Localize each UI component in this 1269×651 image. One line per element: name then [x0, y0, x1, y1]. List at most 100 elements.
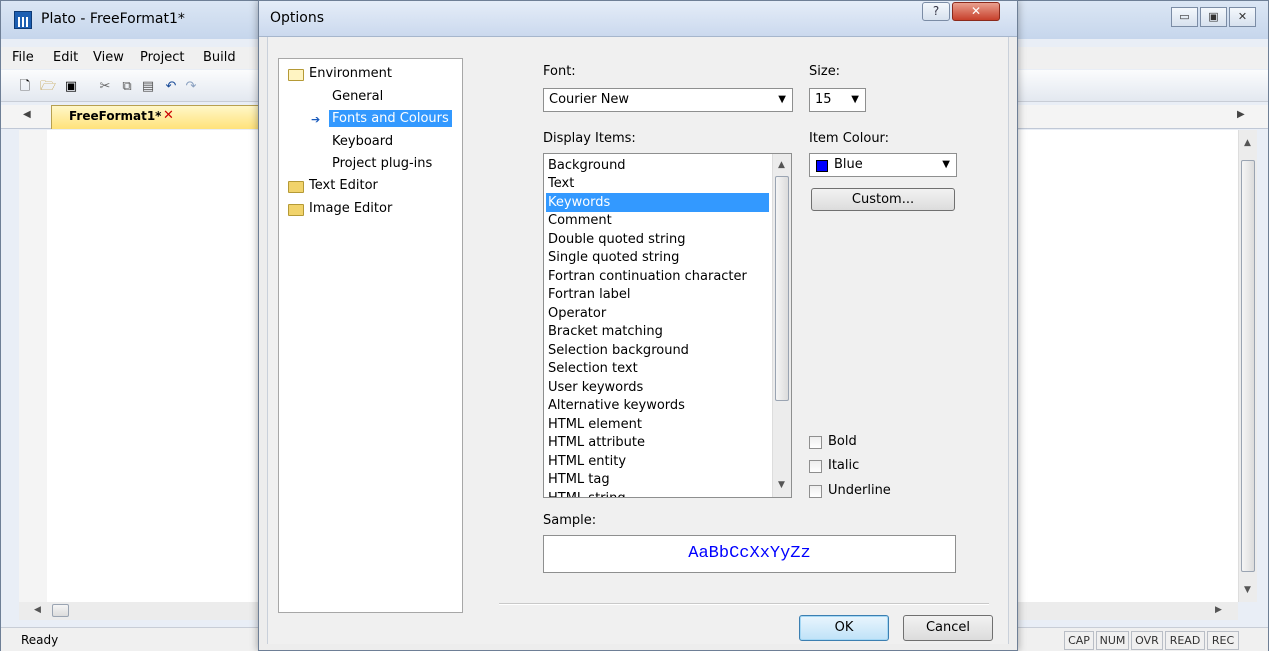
display-items-scrollbar[interactable]: ▲ ▼ [772, 154, 791, 497]
list-item[interactable]: HTML tag [546, 470, 769, 489]
editor-vertical-scrollbar[interactable]: ▲ ▼ [1238, 130, 1257, 602]
status-text: Ready [21, 633, 59, 647]
horizontal-scroll-thumb[interactable] [52, 604, 69, 617]
window-controls: ▭ ▣ ✕ [1169, 7, 1256, 27]
tab-scroll-right-icon[interactable]: ▶ [1237, 109, 1245, 120]
scroll-down-icon[interactable]: ▼ [778, 480, 785, 490]
list-item[interactable]: Bracket matching [546, 322, 769, 341]
status-rec: REC [1207, 631, 1239, 650]
list-item[interactable]: Text [546, 174, 769, 193]
underline-checkbox[interactable] [809, 485, 822, 498]
tab-label: FreeFormat1* [69, 109, 162, 123]
minimize-button[interactable]: ▭ [1171, 7, 1198, 27]
options-dialog: Options ? ✕ Environment General ➔ Fonts … [258, 0, 1018, 651]
open-folder-icon[interactable]: 🗁 [40, 79, 56, 95]
list-item[interactable]: HTML attribute [546, 433, 769, 452]
tree-item-general[interactable]: General [332, 89, 383, 104]
tree-item-text-editor[interactable]: Text Editor [309, 178, 378, 193]
copy-icon[interactable]: ⧉ [119, 79, 135, 95]
status-num: NUM [1096, 631, 1129, 650]
options-tree[interactable]: Environment General ➔ Fonts and Colours … [278, 58, 463, 613]
plato-app-icon [14, 11, 32, 29]
list-item[interactable]: Alternative keywords [546, 396, 769, 415]
list-item[interactable]: HTML string [546, 489, 769, 497]
list-item[interactable]: Fortran continuation character [546, 267, 769, 286]
list-item[interactable]: Selection text [546, 359, 769, 378]
item-colour-value: Blue [834, 157, 863, 172]
close-button[interactable]: ✕ [1229, 7, 1256, 27]
vertical-scroll-thumb[interactable] [1241, 160, 1255, 572]
size-select[interactable]: 15 ▼ [809, 88, 866, 112]
dialog-separator [499, 603, 989, 605]
tree-item-project-plugins[interactable]: Project plug-ins [332, 156, 432, 171]
bold-checkbox[interactable] [809, 436, 822, 449]
chevron-down-icon: ▼ [851, 94, 859, 105]
menu-file[interactable]: File [12, 50, 34, 65]
dialog-close-button[interactable]: ✕ [952, 2, 1000, 21]
list-item[interactable]: Selection background [546, 341, 769, 360]
menu-build[interactable]: Build [203, 50, 236, 65]
status-cap: CAP [1064, 631, 1094, 650]
tab-freeformat1[interactable]: FreeFormat1* ✕ [51, 105, 259, 129]
status-read: READ [1165, 631, 1205, 650]
list-item[interactable]: User keywords [546, 378, 769, 397]
display-items-list[interactable]: Background Text Keywords Comment Double … [543, 153, 792, 498]
font-label: Font: [543, 64, 576, 79]
size-select-value: 15 [815, 92, 832, 107]
item-colour-label: Item Colour: [809, 131, 890, 146]
underline-label: Underline [828, 483, 891, 498]
tree-item-keyboard[interactable]: Keyboard [332, 134, 393, 149]
list-item[interactable]: Comment [546, 211, 769, 230]
scroll-right-icon[interactable]: ▶ [1215, 605, 1222, 615]
list-item-selected[interactable]: Keywords [546, 193, 769, 212]
list-item[interactable]: Fortran label [546, 285, 769, 304]
size-label: Size: [809, 64, 841, 79]
scroll-up-icon[interactable]: ▲ [1244, 138, 1251, 148]
dialog-title-bar[interactable]: Options ? ✕ [259, 1, 1017, 37]
list-item[interactable]: Operator [546, 304, 769, 323]
selection-arrow-icon: ➔ [311, 113, 321, 126]
tree-item-fonts-and-colours[interactable]: Fonts and Colours [329, 110, 452, 127]
tab-scroll-left-icon[interactable]: ◀ [23, 109, 31, 120]
menu-edit[interactable]: Edit [53, 50, 78, 65]
menu-view[interactable]: View [93, 50, 124, 65]
sample-preview: AaBbCcXxYyZz [543, 535, 956, 573]
scroll-down-icon[interactable]: ▼ [1244, 585, 1251, 595]
redo-icon[interactable]: ↷ [183, 79, 199, 95]
custom-colour-button[interactable]: Custom... [811, 188, 955, 211]
menu-project[interactable]: Project [140, 50, 184, 65]
italic-label: Italic [828, 458, 860, 473]
italic-checkbox[interactable] [809, 460, 822, 473]
list-item[interactable]: HTML entity [546, 452, 769, 471]
tree-item-environment[interactable]: Environment [309, 66, 392, 81]
maximize-button[interactable]: ▣ [1200, 7, 1227, 27]
save-icon[interactable]: ▣ [63, 79, 79, 95]
main-window-title: Plato - FreeFormat1* [41, 11, 185, 27]
display-items-label: Display Items: [543, 131, 636, 146]
tab-close-icon[interactable]: ✕ [163, 108, 174, 123]
font-select[interactable]: Courier New ▼ [543, 88, 793, 112]
list-item[interactable]: HTML element [546, 415, 769, 434]
chevron-down-icon: ▼ [942, 159, 950, 170]
tree-item-image-editor[interactable]: Image Editor [309, 201, 392, 216]
scroll-up-icon[interactable]: ▲ [778, 160, 785, 170]
open-folder-icon [288, 69, 304, 81]
new-file-icon[interactable]: 🗋 [17, 79, 33, 95]
font-select-value: Courier New [549, 92, 630, 107]
cut-icon[interactable]: ✂ [97, 79, 113, 95]
undo-icon[interactable]: ↶ [163, 79, 179, 95]
sample-text: AaBbCcXxYyZz [688, 544, 811, 563]
colour-swatch [816, 160, 828, 172]
list-item[interactable]: Background [546, 156, 769, 175]
help-button[interactable]: ? [922, 2, 950, 21]
cancel-button[interactable]: Cancel [903, 615, 993, 641]
list-item[interactable]: Single quoted string [546, 248, 769, 267]
dialog-title: Options [270, 10, 325, 26]
item-colour-select[interactable]: Blue ▼ [809, 153, 957, 177]
scroll-left-icon[interactable]: ◀ [34, 605, 41, 615]
paste-icon[interactable]: ▤ [140, 79, 156, 95]
ok-button[interactable]: OK [799, 615, 889, 641]
list-scroll-thumb[interactable] [775, 176, 789, 401]
folder-icon [288, 181, 304, 193]
list-item[interactable]: Double quoted string [546, 230, 769, 249]
